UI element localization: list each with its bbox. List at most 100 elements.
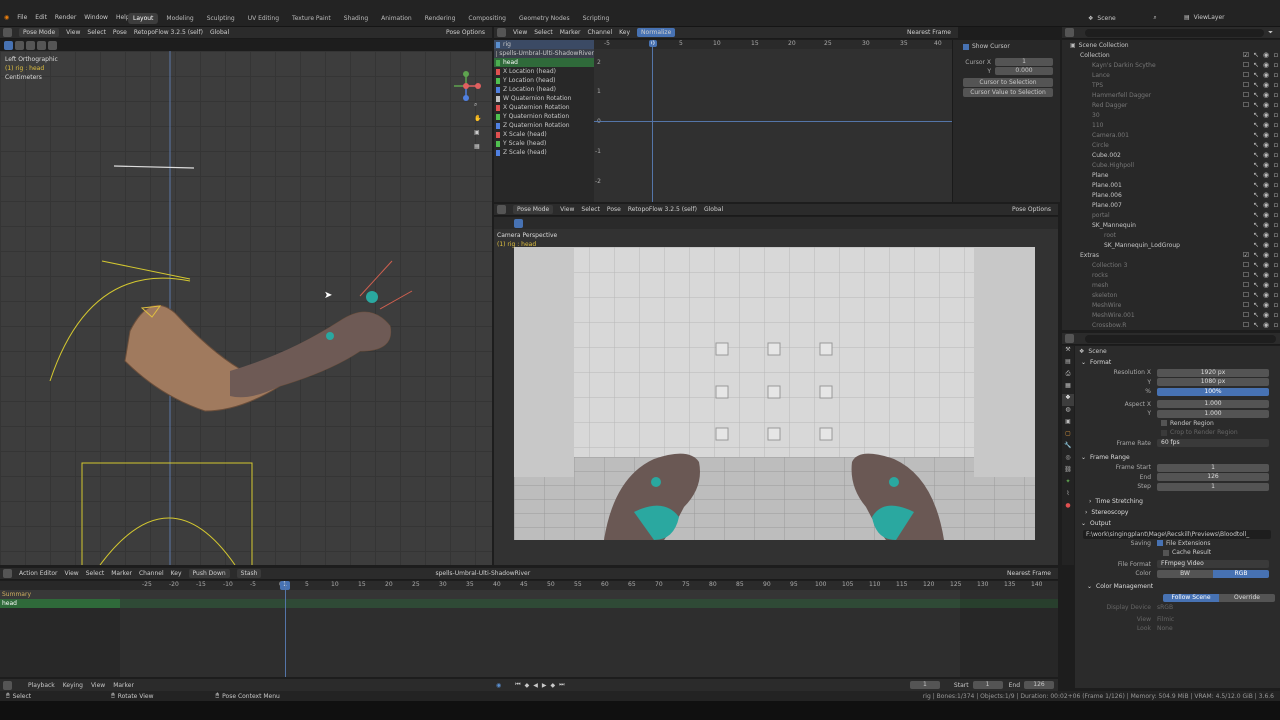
frame-step-field[interactable]: 1 xyxy=(1157,482,1269,491)
cursor-x-field[interactable]: 1 xyxy=(995,58,1053,66)
end-frame-field[interactable]: 126 xyxy=(1024,681,1054,689)
blender-logo-icon[interactable]: ◉ xyxy=(4,14,9,21)
camera-render-icon[interactable]: ▫ xyxy=(1272,161,1280,169)
camera-viewport[interactable]: Camera Perspective (1) rig : head xyxy=(494,229,1058,565)
render-region-row[interactable]: Render Region xyxy=(1075,419,1280,429)
tab-rendering[interactable]: Rendering xyxy=(420,13,461,24)
left-viewport[interactable]: Left Orthographic (1) rig : head Centime… xyxy=(0,51,492,565)
menu-select[interactable]: Select xyxy=(87,29,106,36)
camera-render-icon[interactable]: ▫ xyxy=(1272,191,1280,199)
menu-render[interactable]: Render xyxy=(55,14,76,21)
select-arrow-icon[interactable]: ↖ xyxy=(1252,231,1260,239)
editor-type-icon[interactable] xyxy=(3,28,12,37)
menu-window[interactable]: Window xyxy=(84,14,108,21)
properties-type-icon[interactable] xyxy=(1065,334,1074,343)
eye-icon[interactable]: ◉ xyxy=(1262,201,1270,209)
exclude-checkbox-icon[interactable]: ☐ xyxy=(1242,101,1250,109)
eye-icon[interactable]: ◉ xyxy=(1262,91,1270,99)
camera-render-icon[interactable]: ▫ xyxy=(1272,281,1280,289)
channel-row[interactable]: X Location (head) xyxy=(494,67,594,76)
eye-icon[interactable]: ◉ xyxy=(1262,301,1270,309)
outliner-item[interactable]: Kayn's Darkin Scythe ☐ ↖ ◉ ▫ xyxy=(1062,60,1280,70)
outliner-item[interactable]: Cube.Highpoll ↖ ◉ ▫ xyxy=(1062,160,1280,170)
color-management-section[interactable]: ⌄ Color Management xyxy=(1075,581,1280,592)
select-arrow-icon[interactable]: ↖ xyxy=(1252,261,1260,269)
cache-result-row[interactable]: Cache Result xyxy=(1075,548,1280,558)
channel-row[interactable]: spells-Umbral-Ulti-ShadowRiver xyxy=(494,49,594,58)
summary-row[interactable]: Summary xyxy=(0,590,120,599)
outliner-item[interactable]: MeshWire.001 ☐ ↖ ◉ ▫ xyxy=(1062,310,1280,320)
exclude-checkbox-icon[interactable]: ☐ xyxy=(1242,321,1250,329)
channel-row[interactable]: Z Location (head) xyxy=(494,85,594,94)
outliner-item[interactable]: Plane.007 ↖ ◉ ▫ xyxy=(1062,200,1280,210)
eye-icon[interactable]: ◉ xyxy=(1262,191,1270,199)
outliner-item[interactable]: Collection 3 ☐ ↖ ◉ ▫ xyxy=(1062,260,1280,270)
select-arrow-icon[interactable]: ↖ xyxy=(1252,111,1260,119)
stereoscopy-section[interactable]: › Stereoscopy xyxy=(1075,507,1280,518)
ae-interp-selector[interactable]: Nearest Frame xyxy=(1007,570,1051,577)
eye-icon[interactable]: ◉ xyxy=(1262,271,1270,279)
outliner-item[interactable]: Circle ↖ ◉ ▫ xyxy=(1062,140,1280,150)
eye-icon[interactable]: ◉ xyxy=(1262,71,1270,79)
outliner-item[interactable]: rocks ☐ ↖ ◉ ▫ xyxy=(1062,270,1280,280)
output-tab-icon[interactable]: ⎙ xyxy=(1062,370,1074,382)
camera-render-icon[interactable]: ▫ xyxy=(1272,111,1280,119)
ortho-grid-icon[interactable]: ▦ xyxy=(474,143,486,157)
graph-playhead[interactable] xyxy=(652,40,653,202)
override-button[interactable]: Override xyxy=(1219,594,1275,603)
menu-file[interactable]: File xyxy=(17,14,27,21)
eye-icon[interactable]: ◉ xyxy=(1262,291,1270,299)
material-tab-icon[interactable]: ● xyxy=(1062,502,1074,514)
crop-region-row[interactable]: Crop to Render Region xyxy=(1075,428,1280,438)
tool-select-d-icon[interactable] xyxy=(48,40,57,50)
ae-menu-channel[interactable]: Channel xyxy=(139,570,164,577)
outliner-search-input[interactable] xyxy=(1085,28,1265,37)
cam-pose-options[interactable]: Pose Options xyxy=(1012,206,1051,213)
select-arrow-icon[interactable]: ↖ xyxy=(1252,81,1260,89)
next-key-icon[interactable]: ◆ xyxy=(550,682,555,689)
ge-menu-select[interactable]: Select xyxy=(534,29,553,36)
eye-icon[interactable]: ◉ xyxy=(1262,181,1270,189)
channel-row[interactable]: W Quaternion Rotation xyxy=(494,94,594,103)
tl-view-menu[interactable]: View xyxy=(91,682,105,689)
exclude-checkbox-icon[interactable]: ☐ xyxy=(1242,91,1250,99)
menu-view[interactable]: View xyxy=(66,29,80,36)
cam-menu-pose[interactable]: Pose xyxy=(607,206,621,213)
cursor-value-to-selection-button[interactable]: Cursor Value to Selection xyxy=(963,88,1053,97)
outliner-item[interactable]: Plane.001 ↖ ◉ ▫ xyxy=(1062,180,1280,190)
camera-render-icon[interactable]: ▫ xyxy=(1272,241,1280,249)
tab-texture-paint[interactable]: Texture Paint xyxy=(287,13,336,24)
outliner-item[interactable]: Extras ☑ ↖ ◉ ▫ xyxy=(1062,250,1280,260)
graph-editor-type-icon[interactable] xyxy=(497,28,506,37)
action-editor-mode[interactable]: Action Editor xyxy=(19,570,57,577)
select-arrow-icon[interactable]: ↖ xyxy=(1252,191,1260,199)
camera-render-icon[interactable]: ▫ xyxy=(1272,131,1280,139)
search-icon[interactable]: ⌕ xyxy=(1153,14,1156,22)
eye-icon[interactable]: ◉ xyxy=(1262,261,1270,269)
resolution-pct-field[interactable]: 100% xyxy=(1157,387,1269,396)
eye-icon[interactable]: ◉ xyxy=(1262,281,1270,289)
channel-row[interactable]: Z Scale (head) xyxy=(494,148,594,157)
tab-shading[interactable]: Shading xyxy=(339,13,373,24)
frame-end-field[interactable]: 126 xyxy=(1157,473,1269,482)
tool-select-c-icon[interactable] xyxy=(37,40,46,50)
tab-geometry-nodes[interactable]: Geometry Nodes xyxy=(514,13,575,24)
select-arrow-icon[interactable]: ↖ xyxy=(1252,161,1260,169)
physics-tab-icon[interactable]: ◎ xyxy=(1062,454,1074,466)
cam-retopoflow-menu[interactable]: RetopoFlow 3.2.5 (self) xyxy=(628,206,697,213)
frame-rate-select[interactable]: 60 fps xyxy=(1157,439,1269,448)
modifier-tab-icon[interactable]: 🔧 xyxy=(1062,442,1074,454)
eye-icon[interactable]: ◉ xyxy=(1262,241,1270,249)
exclude-checkbox-icon[interactable]: ☐ xyxy=(1242,71,1250,79)
select-arrow-icon[interactable]: ↖ xyxy=(1252,321,1260,329)
eye-icon[interactable]: ◉ xyxy=(1262,121,1270,129)
outliner-item[interactable]: TPS ☐ ↖ ◉ ▫ xyxy=(1062,80,1280,90)
camera-render-icon[interactable]: ▫ xyxy=(1272,91,1280,99)
eye-icon[interactable]: ◉ xyxy=(1262,151,1270,159)
camera-icon[interactable]: ▣ xyxy=(474,129,486,143)
select-arrow-icon[interactable]: ↖ xyxy=(1252,151,1260,159)
outliner-item[interactable]: Crossbow.R ☐ ↖ ◉ ▫ xyxy=(1062,320,1280,330)
prev-key-icon[interactable]: ◆ xyxy=(525,682,530,689)
eye-icon[interactable]: ◉ xyxy=(1262,141,1270,149)
view-layer-tab-icon[interactable]: ▦ xyxy=(1062,382,1074,394)
